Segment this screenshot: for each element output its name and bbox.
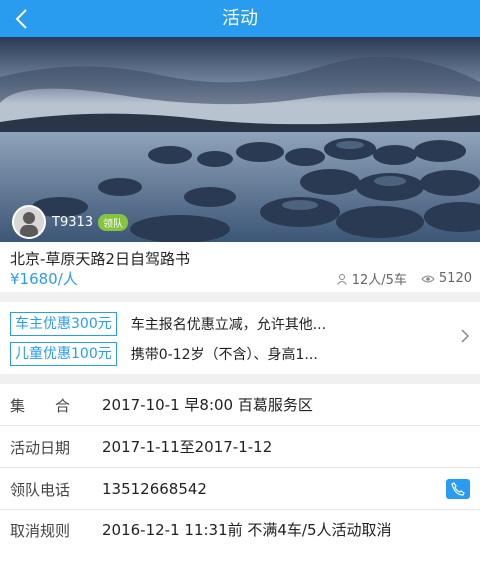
leader-phone[interactable]: 13512668542: [102, 479, 440, 499]
leader-id: T9313: [52, 214, 94, 230]
detail-value: 2017-1-11至2017-1-12: [102, 438, 273, 456]
discount-tag: 儿童优惠100元: [10, 342, 117, 366]
detail-row-meeting: 集 合 2017-10-1 早8:00 百葛服务区: [0, 384, 480, 426]
detail-label: 活动日期: [10, 439, 71, 457]
details-section: 集 合 2017-10-1 早8:00 百葛服务区 活动日期 2017-1-11…: [0, 384, 480, 566]
phone-icon: [451, 482, 465, 496]
detail-label: 领队电话: [10, 481, 71, 499]
detail-label: 取消规则: [10, 522, 71, 540]
participants-stat: 12人/5车: [336, 269, 407, 288]
detail-row-phone: 领队电话 13512668542: [0, 468, 480, 510]
participants-count: 12人/5车: [351, 273, 407, 288]
discount-section[interactable]: 车主优惠300元 车主报名优惠立减，允许其他... 儿童优惠100元 携带0-1…: [0, 302, 480, 374]
detail-label: 集 合: [10, 397, 71, 415]
chevron-right-icon[interactable]: [460, 328, 470, 344]
page-title: 活动: [222, 8, 258, 29]
trip-info: 北京-草原天路2日自驾路书 ¥1680/人 12人/5车 5120: [0, 242, 480, 292]
leader-badge: 领队: [98, 213, 129, 231]
views-count: 5120: [438, 271, 472, 286]
top-bar: 活动: [0, 0, 480, 37]
eye-icon: [421, 275, 435, 282]
call-button[interactable]: [446, 479, 470, 499]
hero-image: T9313 领队: [0, 37, 480, 242]
discount-desc: 携带0-12岁（不含）、身高1...: [130, 347, 318, 363]
leader-info[interactable]: T9313 领队: [12, 205, 129, 239]
discount-desc: 车主报名优惠立减，允许其他...: [130, 317, 327, 333]
avatar[interactable]: [12, 205, 46, 239]
trip-price: ¥1680/人: [10, 270, 78, 288]
detail-value: 2017-10-1 早8:00 百葛服务区: [102, 396, 313, 414]
trip-stats: 12人/5车 5120: [322, 269, 472, 288]
detail-row-cancel: 取消规则 2016-12-1 11:31前 不满4车/5人活动取消: [0, 510, 480, 566]
person-icon: [336, 273, 347, 285]
detail-value: 2016-12-1 11:31前 不满4车/5人活动取消: [102, 521, 392, 539]
discount-item: 车主优惠300元 车主报名优惠立减，允许其他...: [10, 312, 326, 336]
views-stat: 5120: [421, 271, 472, 286]
detail-row-date: 活动日期 2017-1-11至2017-1-12: [0, 426, 480, 468]
trip-title: 北京-草原天路2日自驾路书: [10, 250, 190, 268]
discount-tag: 车主优惠300元: [10, 312, 117, 336]
discount-item: 儿童优惠100元 携带0-12岁（不含）、身高1...: [10, 342, 318, 366]
